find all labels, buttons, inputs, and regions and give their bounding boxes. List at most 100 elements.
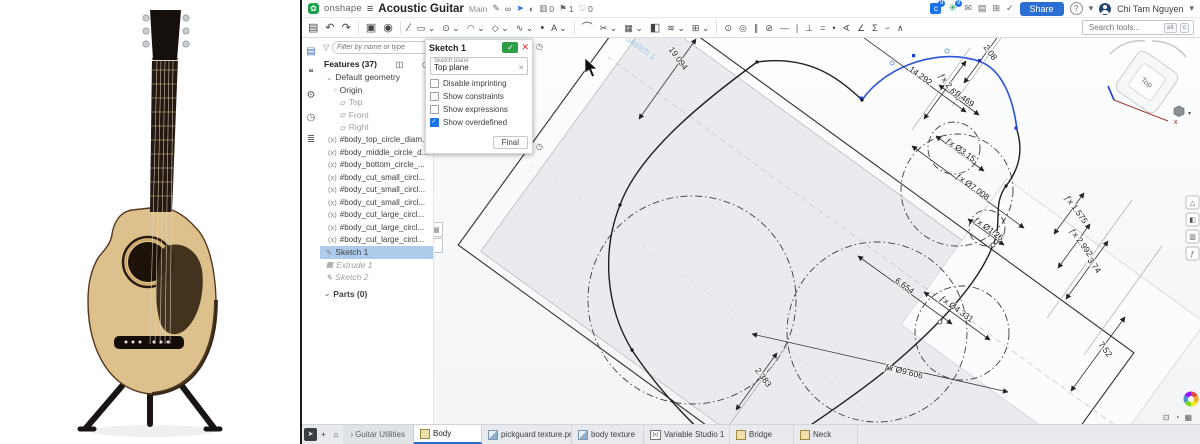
sketch-button-icon[interactable]: ▣: [366, 18, 376, 38]
feature-item-top-plane[interactable]: ▱ Top: [320, 96, 433, 109]
checkbox-checked[interactable]: [430, 118, 439, 127]
view-options-cube-icon[interactable]: ▾: [1174, 106, 1191, 117]
appearance-wheel-icon[interactable]: [1183, 392, 1198, 407]
user-name[interactable]: Chi Tam Nguyen: [1117, 4, 1183, 14]
parallel-constraint-icon[interactable]: ∥: [754, 18, 759, 38]
feature-item-right-plane[interactable]: ▱ Right: [320, 121, 433, 134]
copies-count[interactable]: ▥ 0: [539, 3, 554, 14]
horizontal-constraint-icon[interactable]: —: [780, 18, 789, 38]
final-button[interactable]: Final: [493, 136, 528, 149]
vertical-constraint-icon[interactable]: |: [796, 18, 798, 38]
search-tools[interactable]: alt c: [1082, 20, 1194, 35]
concentric-constraint-icon[interactable]: ◎: [739, 18, 747, 38]
feature-item-extrude1[interactable]: ▦ Extrude 1: [320, 259, 433, 272]
public-icon[interactable]: ◐: [529, 4, 534, 14]
offset-tool-icon[interactable]: ≋ ⌄: [667, 18, 685, 38]
apps-grid-icon[interactable]: ⊞: [992, 3, 1000, 14]
tab-bridge[interactable]: Bridge: [730, 425, 794, 444]
option-show-expressions[interactable]: Show expressions: [430, 105, 528, 114]
branch-label[interactable]: Main: [469, 4, 487, 14]
panel-toggle-icon[interactable]: ▤: [308, 18, 318, 38]
sketch-plane-field[interactable]: Sketch plane Top plane ✕: [430, 57, 528, 75]
share-button[interactable]: Share: [1020, 2, 1064, 16]
variable-item[interactable]: (x) #body_bottom_circle_...: [320, 159, 433, 172]
dimension-label[interactable]: ƒx Ø3.15: [944, 135, 978, 164]
coincident-constraint-icon[interactable]: ⊙: [724, 18, 732, 38]
spline-tool-icon[interactable]: ∿ ⌄: [516, 18, 534, 38]
sketch-plane[interactable]: [458, 0, 1200, 444]
add-tab-button[interactable]: +: [317, 425, 330, 444]
redo-icon[interactable]: ↷: [342, 18, 351, 38]
checkbox[interactable]: [430, 92, 439, 101]
search-tools-input[interactable]: [1087, 22, 1161, 33]
variable-item[interactable]: (x) #body_cut_small_circl...: [320, 196, 433, 209]
user-avatar[interactable]: [1099, 3, 1111, 15]
arc-tool-icon[interactable]: ◠ ⌄: [467, 18, 485, 38]
notes-icon[interactable]: ≣: [307, 134, 315, 145]
integrations-icon[interactable]: ⚙: [307, 90, 316, 101]
likes-count[interactable]: ♡ 0: [578, 3, 592, 14]
document-menu-icon[interactable]: ≡: [367, 3, 373, 15]
circle-tool-icon[interactable]: ⊙ ⌄: [442, 18, 460, 38]
tangent-constraint-icon[interactable]: ⊘: [765, 18, 773, 38]
undo-icon[interactable]: ↶: [325, 18, 334, 38]
checkbox[interactable]: [430, 79, 439, 88]
trim-tool-icon[interactable]: ✂ ⌄: [600, 18, 618, 38]
variable-item[interactable]: (x) #body_middle_circle_d...: [320, 146, 433, 159]
link-icon[interactable]: ∞: [505, 4, 511, 14]
rollback-clock-icon[interactable]: ◷: [536, 42, 543, 51]
feature-panel-icon[interactable]: ▤: [306, 46, 315, 57]
point-tool-icon[interactable]: •: [540, 18, 544, 38]
measure-icon[interactable]: ◔: [1175, 413, 1180, 422]
variable-item[interactable]: (x) #body_cut_small_circl...: [320, 171, 433, 184]
learning-notification[interactable]: ✳ 9: [947, 3, 958, 14]
window-menu-icon[interactable]: ➤: [304, 428, 317, 441]
notifications-bell-icon[interactable]: ✉: [964, 3, 972, 14]
feature-item-sketch2[interactable]: ✎ Sketch 2: [320, 271, 433, 284]
option-show-overdefined[interactable]: Show overdefined: [430, 118, 528, 127]
sum-icon[interactable]: Σ: [872, 18, 878, 38]
viewcube-caret-icon[interactable]: ▾: [1188, 111, 1191, 117]
arc-dim-icon[interactable]: ∧: [897, 18, 904, 38]
tab-neck[interactable]: Neck: [794, 425, 858, 444]
parts-group[interactable]: ⌄ Parts (0): [320, 288, 433, 301]
feature-item-front-plane[interactable]: ▱ Front: [320, 109, 433, 122]
display-options-icon[interactable]: ▥: [1189, 234, 1196, 241]
help-button[interactable]: ?: [1070, 2, 1083, 15]
document-title[interactable]: Acoustic Guitar: [378, 3, 464, 15]
normal-constraint-icon[interactable]: ∢: [843, 18, 851, 38]
text-tool-icon[interactable]: A ⌄: [551, 18, 567, 38]
tab-body[interactable]: Body: [414, 425, 482, 444]
angle-constraint-icon[interactable]: ∠: [857, 18, 865, 38]
variable-item[interactable]: (x) #body_cut_small_circl...: [320, 184, 433, 197]
midpoint-constraint-icon[interactable]: •: [832, 18, 835, 38]
clear-selection-icon[interactable]: ✕: [518, 64, 524, 72]
dimension-label[interactable]: 14.292: [907, 64, 934, 88]
dimension-label[interactable]: ƒx 1.575: [1063, 193, 1090, 225]
variables-panel-icon[interactable]: ƒ: [1191, 251, 1195, 258]
tab-pickguard-texture[interactable]: pickguard texture.png: [482, 425, 572, 444]
option-show-constraints[interactable]: Show constraints: [430, 92, 528, 101]
fillet-tool-icon[interactable]: ⌒: [582, 18, 593, 38]
variable-item[interactable]: (x) #body_cut_large_circl...: [320, 221, 433, 234]
chevron-down-icon[interactable]: ⌄: [326, 73, 332, 82]
dimension-label[interactable]: ƒx Ø7.008: [954, 171, 992, 202]
cancel-button[interactable]: ✕: [521, 42, 529, 53]
help-caret-icon[interactable]: ▾: [1089, 3, 1094, 14]
follows-count[interactable]: ⚑ 1: [559, 3, 573, 14]
user-menu-caret-icon[interactable]: ▾: [1189, 3, 1194, 14]
polygon-tool-icon[interactable]: ◇ ⌄: [492, 18, 509, 38]
feature-item-sketch1[interactable]: ✎ Sketch 1: [320, 246, 433, 259]
follow-mode-icon[interactable]: ➤: [516, 3, 524, 14]
tab-body-texture[interactable]: body texture: [572, 425, 644, 444]
feature-group-default-geometry[interactable]: ⌄ Default geometry: [320, 71, 433, 84]
mirror-tool-icon[interactable]: ◧: [650, 18, 660, 38]
shortcuts-icon[interactable]: ▦: [1184, 413, 1192, 422]
transform-tool-icon[interactable]: ⊞ ⌄: [692, 18, 710, 38]
dimension-label[interactable]: 0.469: [953, 88, 976, 109]
checkbox[interactable]: [430, 105, 439, 114]
variable-item[interactable]: (x) #body_cut_large_circl...: [320, 209, 433, 222]
confirm-button[interactable]: ✓: [502, 42, 518, 53]
versions-icon[interactable]: ◷: [307, 112, 316, 123]
line-tool-icon[interactable]: ∕: [408, 18, 410, 38]
